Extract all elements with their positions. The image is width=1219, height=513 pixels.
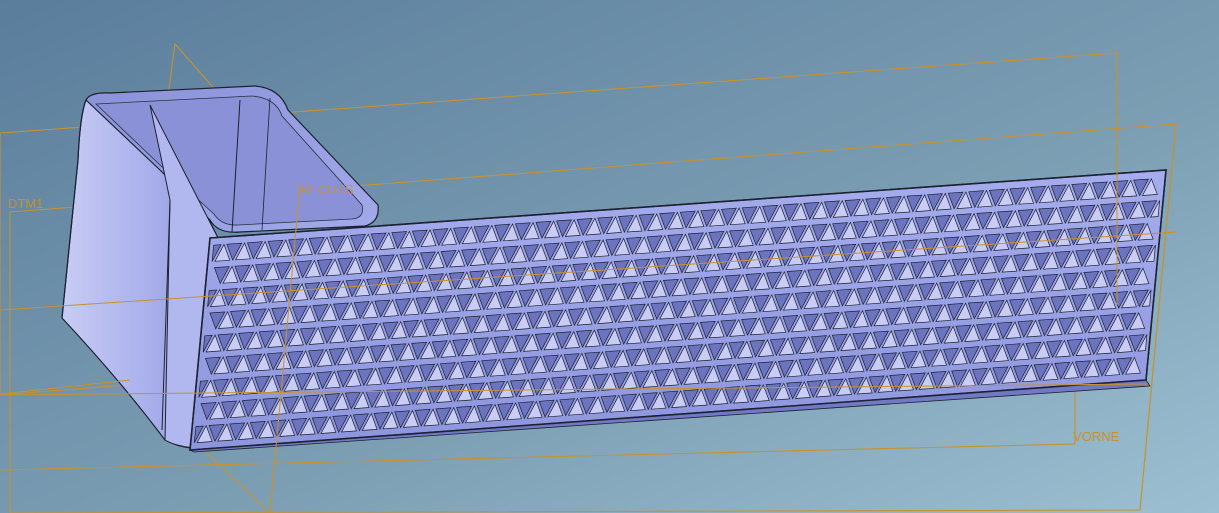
- model-scene[interactable]: DTM1 RECHTS VORNE: [0, 0, 1219, 513]
- datum-label-rechts[interactable]: RECHTS: [300, 182, 354, 197]
- datum-label-vorne[interactable]: VORNE: [1073, 429, 1120, 444]
- datum-label-dtm1[interactable]: DTM1: [8, 196, 43, 211]
- cad-3d-viewport[interactable]: DTM1 RECHTS VORNE: [0, 0, 1219, 513]
